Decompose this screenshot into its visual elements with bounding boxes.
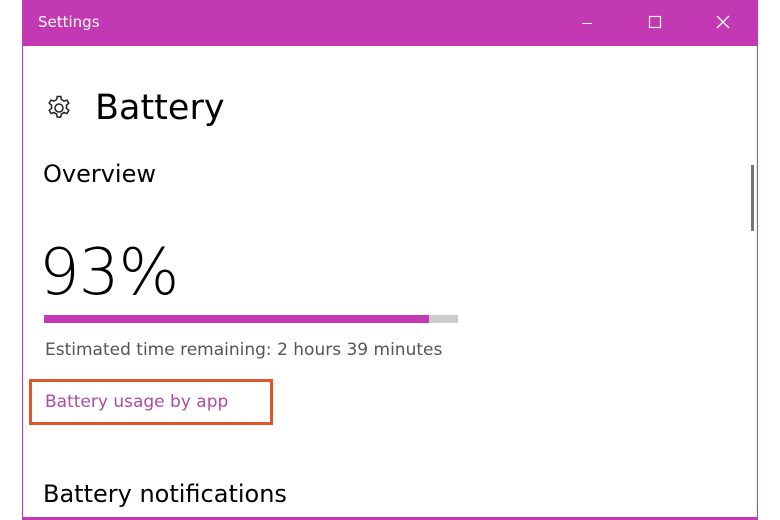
close-icon: [716, 14, 730, 33]
page-title: Battery: [95, 88, 225, 128]
battery-progress-fill: [44, 315, 430, 323]
close-button[interactable]: [689, 0, 757, 46]
maximize-icon: [648, 14, 662, 33]
page-header: Battery: [43, 86, 225, 130]
maximize-button[interactable]: [621, 0, 689, 46]
battery-percentage: 93%: [39, 236, 179, 310]
battery-usage-link[interactable]: Battery usage by app: [45, 392, 228, 412]
estimated-time-text: Estimated time remaining: 2 hours 39 min…: [45, 340, 443, 360]
window-title: Settings: [38, 13, 100, 31]
overview-heading: Overview: [43, 160, 156, 188]
minimize-icon: [581, 14, 593, 33]
battery-progress-bar: [44, 315, 458, 323]
settings-window: Settings Battery Overview 93% Estimated …: [22, 0, 758, 520]
battery-notifications-heading: Battery notifications: [43, 480, 287, 508]
gear-icon: [43, 92, 75, 124]
scrollbar-thumb[interactable]: [751, 165, 754, 231]
title-bar[interactable]: Settings: [23, 0, 757, 46]
minimize-button[interactable]: [553, 0, 621, 46]
